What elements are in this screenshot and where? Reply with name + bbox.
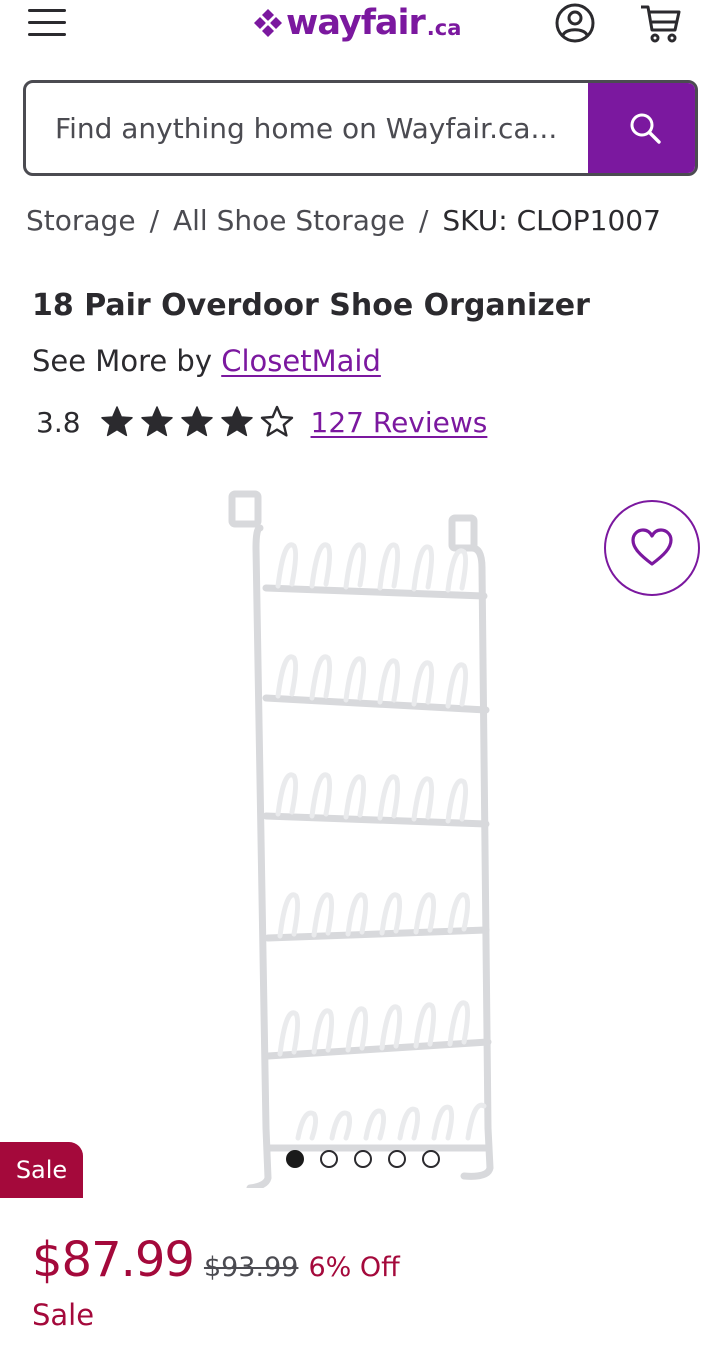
- breadcrumb-separator: /: [149, 203, 159, 237]
- breadcrumb-all-shoe-storage[interactable]: All Shoe Storage: [173, 204, 405, 237]
- sale-price: $87.99: [32, 1232, 195, 1288]
- star-empty-icon: [260, 405, 293, 437]
- breadcrumb: Storage / All Shoe Storage / SKU: CLOP10…: [26, 200, 661, 240]
- breadcrumb-sku: SKU: CLOP1007: [442, 203, 661, 237]
- carousel-dot[interactable]: [422, 1150, 440, 1168]
- account-button[interactable]: [554, 2, 596, 44]
- star-filled-icon: [180, 406, 213, 437]
- search-input[interactable]: [26, 83, 588, 173]
- sale-label: Sale: [32, 1298, 95, 1332]
- shoe-rack-image[interactable]: [226, 488, 498, 1188]
- wayfair-logo-mark: [254, 9, 282, 37]
- rating-value: 3.8: [36, 405, 81, 439]
- star-filled-icon: [140, 406, 173, 437]
- search-icon: [630, 113, 661, 144]
- original-price: $93.99: [203, 1252, 299, 1283]
- wayfair-logo[interactable]: wayfair .ca: [252, 0, 461, 46]
- breadcrumb-storage[interactable]: Storage: [26, 204, 136, 237]
- see-more-prefix: See More by: [32, 344, 212, 378]
- sale-badge: Sale: [0, 1142, 83, 1198]
- cart-icon: [641, 5, 681, 43]
- reviews-link[interactable]: 127 Reviews: [311, 406, 488, 439]
- carousel-dot[interactable]: [320, 1150, 338, 1168]
- search-bar: [23, 80, 698, 176]
- price-row: $87.99 $93.99 6% Off: [32, 1232, 400, 1292]
- rating-row: 3.8 127 Reviews: [36, 400, 487, 444]
- star-rating: [99, 404, 295, 440]
- carousel-dots: [286, 1150, 440, 1168]
- top-bar: wayfair .ca: [0, 0, 720, 48]
- product-gallery[interactable]: Sale: [0, 478, 720, 1198]
- hamburger-menu-icon[interactable]: [26, 6, 70, 40]
- discount-label: 6% Off: [308, 1252, 400, 1283]
- see-more-by: See More by ClosetMaid: [32, 344, 381, 378]
- account-icon: [555, 3, 595, 43]
- product-title: 18 Pair Overdoor Shoe Organizer: [32, 288, 590, 323]
- carousel-dot[interactable]: [388, 1150, 406, 1168]
- heart-icon: [631, 528, 673, 566]
- logo-suffix: .ca: [426, 16, 462, 40]
- carousel-dot[interactable]: [286, 1150, 304, 1168]
- favorite-button[interactable]: [604, 500, 700, 596]
- star-filled-icon: [220, 406, 253, 437]
- carousel-dot[interactable]: [354, 1150, 372, 1168]
- search-button[interactable]: [588, 83, 695, 173]
- star-filled-icon: [100, 406, 133, 437]
- breadcrumb-separator: /: [418, 203, 429, 237]
- cart-button[interactable]: [638, 2, 682, 44]
- brand-link[interactable]: ClosetMaid: [221, 344, 381, 378]
- logo-text: wayfair: [286, 3, 426, 43]
